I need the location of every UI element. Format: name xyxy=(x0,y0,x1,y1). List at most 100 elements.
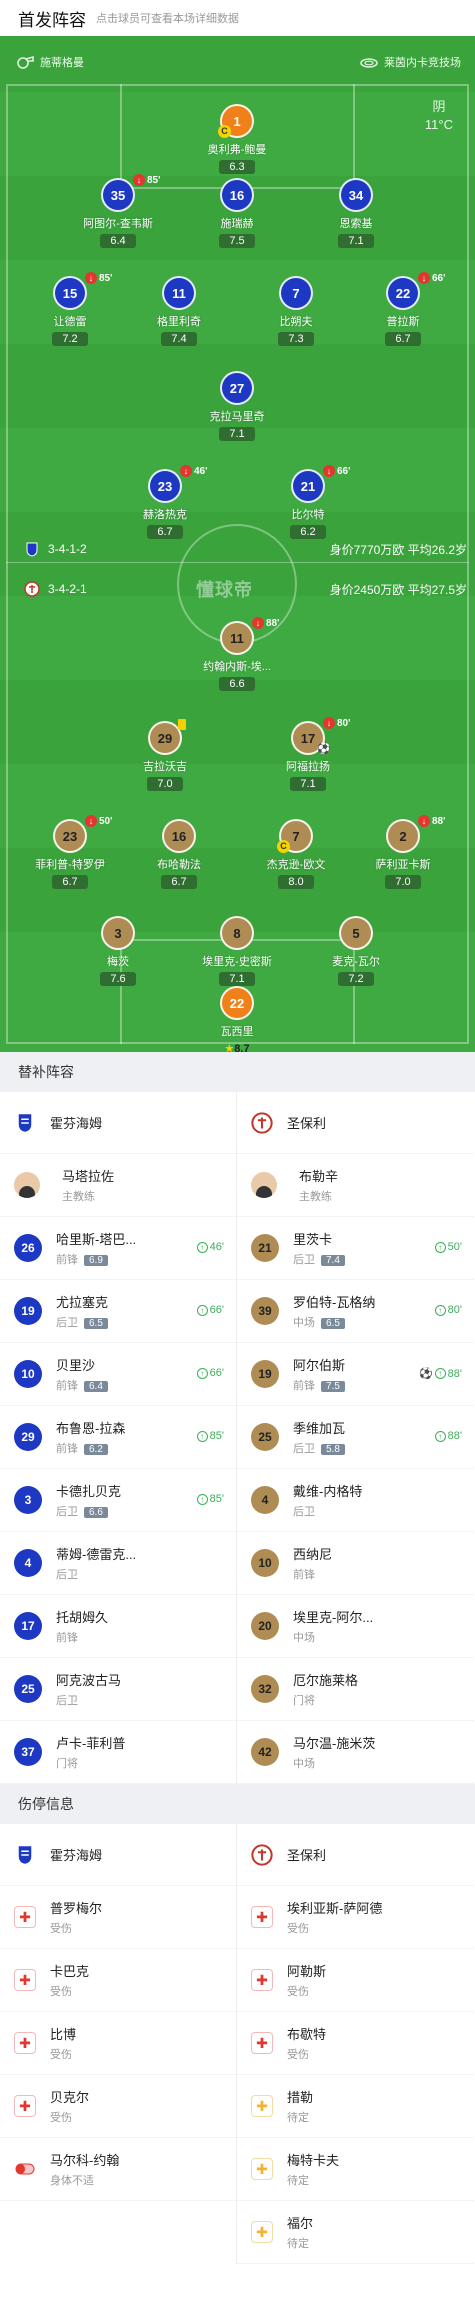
home-player[interactable]: 7 比朔夫 7.3 xyxy=(241,276,351,347)
sub-out-icon: ↓ xyxy=(180,465,192,477)
sub-name: 布鲁恩-拉森 xyxy=(56,1421,126,1436)
player-rating: 6.7 xyxy=(385,332,421,346)
sub-player-row[interactable]: 10 西纳尼 前锋 xyxy=(237,1532,474,1595)
sub-in-minute: 46' xyxy=(209,1241,224,1253)
away-player[interactable]: 23 ↓ 50' 菲利普-特罗伊 6.7 xyxy=(15,815,125,890)
away-player[interactable]: 17 ⚽ ↓ 80' 阿福拉扬 7.1 xyxy=(253,717,363,792)
injury-row[interactable]: ✚ 比博 受伤 xyxy=(0,2012,236,2075)
sub-player-row[interactable]: 21 里茨卡 后卫 7.4 ↑ 50' xyxy=(237,1217,474,1280)
home-player[interactable]: 11 格里利奇 7.4 xyxy=(124,276,234,347)
sub-position: 前锋 xyxy=(56,1380,78,1392)
sub-player-row[interactable]: 4 蒂姆-德雷克... 后卫 xyxy=(0,1532,236,1595)
sub-number-disc: 42 xyxy=(251,1738,279,1766)
sub-name: 西纳尼 xyxy=(293,1547,333,1562)
player-number-disc: 35 ↓ 85' xyxy=(101,174,161,212)
home-player[interactable]: 34 恩索基 7.1 xyxy=(301,178,411,249)
player-number-disc: 16 xyxy=(220,178,254,212)
sub-in-minute: 88' xyxy=(447,1430,462,1442)
injury-row[interactable]: ✚ 贝克尔 受伤 xyxy=(0,2075,236,2138)
sub-player-row[interactable]: 17 托胡姆久 前锋 xyxy=(0,1595,236,1658)
player-rating: 7.4 xyxy=(161,332,197,346)
hoffenheim-logo-icon xyxy=(14,1844,36,1866)
home-player[interactable]: 27 克拉马里奇 7.1 xyxy=(182,371,292,442)
sub-player-row[interactable]: 3 卡德扎贝克 后卫 6.6 ↑ 85' xyxy=(0,1469,236,1532)
home-player[interactable]: 15 ↓ 85' 让德雷 7.2 xyxy=(15,272,125,347)
injury-row[interactable]: ✚ 梅特卡夫 待定 xyxy=(237,2138,474,2201)
sub-player-row[interactable]: 29 布鲁恩-拉森 前锋 6.2 ↑ 85' xyxy=(0,1406,236,1469)
injury-row[interactable]: ✚ 普罗梅尔 受伤 xyxy=(0,1886,236,1949)
away-player[interactable]: 16 布哈勒法 6.7 xyxy=(124,819,234,890)
sub-number-disc: 39 xyxy=(251,1297,279,1325)
away-player[interactable]: 7 C 杰克逊-欧文 8.0 xyxy=(241,819,351,890)
sub-number-disc: 32 xyxy=(251,1675,279,1703)
sub-player-row[interactable]: 10 贝里沙 前锋 6.4 ↑ 66' xyxy=(0,1343,236,1406)
home-player[interactable]: 35 ↓ 85' 阿图尔-查韦斯 6.4 xyxy=(63,174,173,249)
home-player[interactable]: 23 ↓ 46' 赫洛热克 6.7 xyxy=(110,465,220,540)
player-rating-value: 6.6 xyxy=(229,678,245,690)
injury-row[interactable]: ✚ 福尔 待定 xyxy=(237,2201,474,2264)
sub-player-row[interactable]: 25 季维加瓦 后卫 5.8 ↑ 88' xyxy=(237,1406,474,1469)
sub-player-row[interactable]: 25 阿克波古马 后卫 xyxy=(0,1658,236,1721)
home-coach-row[interactable]: 马塔拉佐 主教练 xyxy=(0,1154,236,1217)
sub-player-row[interactable]: 20 埃里克-阿尔... 中场 xyxy=(237,1595,474,1658)
sub-player-row[interactable]: 4 戴维-内格特 后卫 xyxy=(237,1469,474,1532)
injured-player-name: 埃利亚斯-萨阿德 xyxy=(287,1901,383,1916)
sub-position: 后卫 xyxy=(293,1254,315,1266)
away-player[interactable]: 29 吉拉沃吉 7.0 xyxy=(110,719,220,792)
sub-player-row[interactable]: 37 卢卡-菲利普 门将 xyxy=(0,1721,236,1784)
home-player[interactable]: 21 ↓ 66' 比尔特 6.2 xyxy=(253,465,363,540)
subs-home-team-row[interactable]: 霍芬海姆 xyxy=(0,1092,236,1154)
injury-home-team-row[interactable]: 霍芬海姆 xyxy=(0,1824,236,1886)
injury-row[interactable]: 马尔科-约翰 身体不适 xyxy=(0,2138,236,2201)
away-player[interactable]: 8 埃里克-史密斯 7.1 xyxy=(182,916,292,987)
subs-section-header: 替补阵容 xyxy=(0,1052,475,1092)
away-player[interactable]: 11 ↓ 88' 约翰内斯-埃... 6.6 xyxy=(182,617,292,692)
injury-row[interactable]: ✚ 布歇特 受伤 xyxy=(237,2012,474,2075)
sub-player-row[interactable]: 39 罗伯特-瓦格纳 中场 6.5 ↑ 80' xyxy=(237,1280,474,1343)
away-player[interactable]: 2 ↓ 88' 萨利亚卡斯 7.0 xyxy=(348,815,458,890)
player-number-disc: 22 xyxy=(220,986,254,1020)
sub-number: 19 xyxy=(21,1304,35,1318)
home-player[interactable]: 16 施瑞赫 7.5 xyxy=(182,178,292,249)
away-coach-row[interactable]: 布勒辛 主教练 xyxy=(237,1154,474,1217)
player-number: 3 xyxy=(114,925,122,941)
sub-player-row[interactable]: 32 厄尔施莱格 门将 xyxy=(237,1658,474,1721)
player-number: 22 xyxy=(229,995,245,1011)
goal-icon: ⚽ xyxy=(317,743,331,755)
sub-out-icon: ↓ xyxy=(133,174,145,186)
injury-row[interactable]: ✚ 阿勒斯 受伤 xyxy=(237,1949,474,2012)
home-player[interactable]: 22 ↓ 66' 普拉斯 6.7 xyxy=(348,272,458,347)
coach-avatar xyxy=(14,1172,40,1198)
injury-row[interactable]: ✚ 措勒 待定 xyxy=(237,2075,474,2138)
injury-away-team-row[interactable]: 圣保利 xyxy=(237,1824,474,1886)
sub-out-icon: ↓ xyxy=(323,717,335,729)
injury-row[interactable]: ✚ 埃利亚斯-萨阿德 受伤 xyxy=(237,1886,474,1949)
subs-away-team-row[interactable]: 圣保利 xyxy=(237,1092,474,1154)
sub-player-row[interactable]: 19 尤拉塞克 后卫 6.5 ↑ 66' xyxy=(0,1280,236,1343)
subs-home-team-name: 霍芬海姆 xyxy=(50,1116,103,1131)
player-name: 阿福拉扬 xyxy=(286,761,330,773)
sub-player-row[interactable]: 26 哈里斯-塔巴... 前锋 6.9 ↑ 46' xyxy=(0,1217,236,1280)
injury-row[interactable]: ✚ 卡巴克 受伤 xyxy=(0,1949,236,2012)
sub-number: 39 xyxy=(258,1304,272,1318)
away-player[interactable]: 5 麦克-瓦尔 7.2 xyxy=(301,916,411,987)
star-icon: ★ xyxy=(224,1043,235,1052)
player-number: 1 xyxy=(233,113,241,129)
player-rating: ★8.7 xyxy=(217,1041,256,1052)
player-rating: 6.3 xyxy=(219,160,255,174)
player-rating: 6.2 xyxy=(290,525,326,539)
injured-player-name: 比博 xyxy=(50,2027,77,2042)
sub-player-row[interactable]: 19 阿尔伯斯 前锋 7.5 ⚽ ↑ 88' xyxy=(237,1343,474,1406)
player-rating: 7.1 xyxy=(219,972,255,986)
player-rating: 6.7 xyxy=(147,525,183,539)
player-name: 梅茨 xyxy=(107,956,129,968)
home-player[interactable]: 1 C 奥利弗-鲍曼 6.3 xyxy=(182,104,292,175)
sub-player-row[interactable]: 42 马尔温-施米茨 中场 xyxy=(237,1721,474,1784)
away-player[interactable]: 3 梅茨 7.6 xyxy=(63,916,173,987)
sub-name: 戴维-内格特 xyxy=(293,1484,363,1499)
player-rating: 6.4 xyxy=(100,234,136,248)
away-player[interactable]: 22 瓦西里 ★8.7 xyxy=(182,986,292,1052)
sub-minute: 50' xyxy=(99,815,113,827)
substitution-marker: ↓ 80' xyxy=(323,717,351,729)
whistle-icon xyxy=(17,55,34,69)
